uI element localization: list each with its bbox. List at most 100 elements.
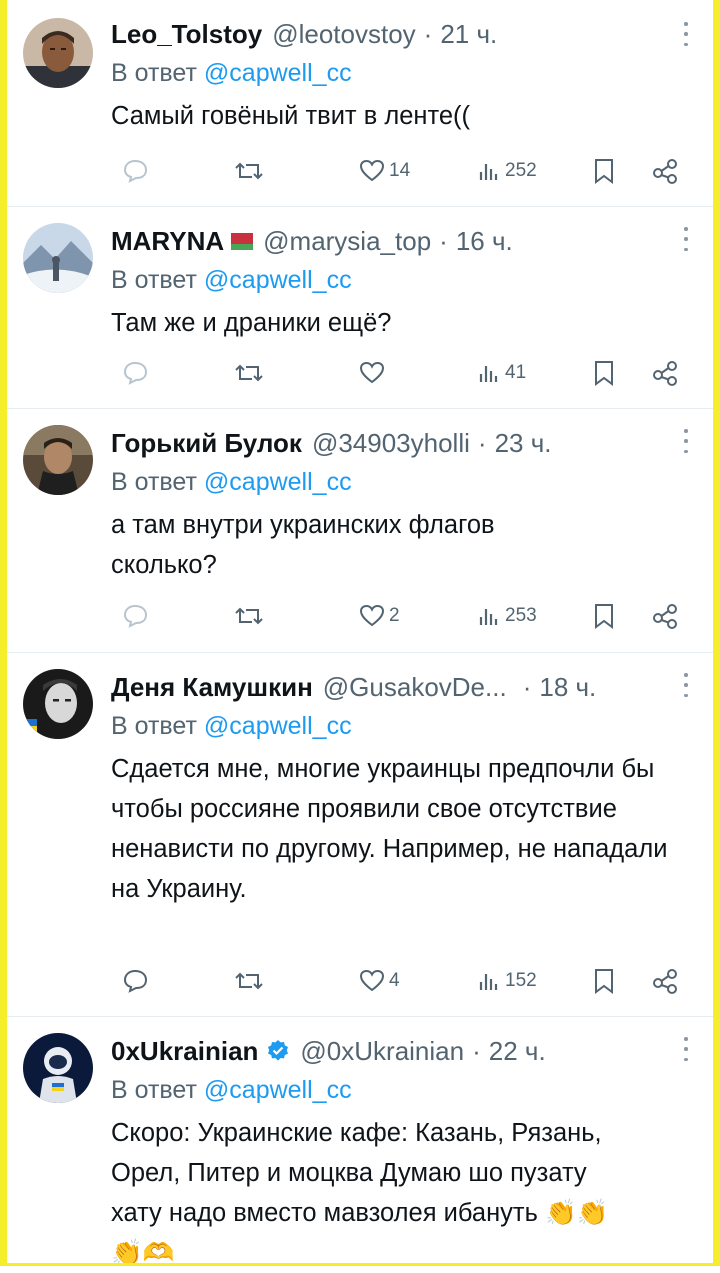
user-handle[interactable]: @34903yholli xyxy=(312,428,470,459)
share-button[interactable] xyxy=(651,353,679,393)
reply-context: В ответ @capwell_cc xyxy=(111,463,673,501)
mention-link[interactable]: @capwell_cc xyxy=(204,266,352,294)
bookmark-button[interactable] xyxy=(593,353,615,393)
bookmark-icon xyxy=(595,969,613,994)
share-button[interactable] xyxy=(651,596,679,636)
like-button[interactable]: 2 xyxy=(359,596,400,636)
retweet-button[interactable] xyxy=(234,353,264,393)
display-name[interactable]: Leo_Tolstoy xyxy=(111,19,262,50)
reply-prefix: В ответ xyxy=(111,468,197,496)
timestamp[interactable]: 22 ч. xyxy=(489,1036,546,1067)
views-button[interactable]: 41 xyxy=(477,353,526,393)
views-chart-icon xyxy=(479,974,498,990)
timestamp[interactable]: 21 ч. xyxy=(440,19,497,50)
more-options-icon[interactable] xyxy=(683,1037,689,1061)
retweet-icon xyxy=(235,364,263,382)
like-button[interactable]: 14 xyxy=(359,151,410,191)
reply-button[interactable] xyxy=(121,596,149,636)
reply-button[interactable] xyxy=(121,353,149,393)
retweet-button[interactable] xyxy=(234,151,264,191)
bookmark-button[interactable] xyxy=(593,151,615,191)
tweet-text: Сдается мне, многие украинцы предпочли б… xyxy=(111,755,668,903)
tweet[interactable]: Горький Булок @34903yholli · 23 ч. В отв… xyxy=(7,409,713,653)
avatar[interactable] xyxy=(23,669,93,739)
display-name[interactable]: Горький Булок xyxy=(111,428,302,459)
tweet-text: а там внутри украинских флагов сколько? xyxy=(111,511,495,579)
reply-icon xyxy=(123,969,148,993)
avatar[interactable] xyxy=(23,425,93,495)
separator-dot: · xyxy=(477,427,487,458)
display-name[interactable]: Деня Камушкин xyxy=(111,672,313,703)
like-button[interactable]: 4 xyxy=(359,961,400,1001)
reply-context: В ответ @capwell_cc xyxy=(111,1071,673,1109)
like-count: 2 xyxy=(389,605,400,626)
avatar[interactable] xyxy=(23,1033,93,1103)
display-name[interactable]: MARYNA xyxy=(111,226,224,257)
user-handle[interactable]: @marysia_top xyxy=(263,226,431,257)
user-handle[interactable]: @GusakovDe... xyxy=(323,672,507,703)
display-name[interactable]: 0xUkrainian xyxy=(111,1036,258,1067)
share-icon xyxy=(653,969,677,994)
reply-icon xyxy=(123,159,148,183)
retweet-button[interactable] xyxy=(234,596,264,636)
tweet-header: Горький Булок @34903yholli · 23 ч. xyxy=(111,423,673,463)
views-count: 152 xyxy=(505,970,537,991)
user-handle[interactable]: @0xUkrainian xyxy=(300,1036,464,1067)
bookmark-button[interactable] xyxy=(593,961,615,1001)
action-bar: 14 252 xyxy=(7,151,713,191)
tweet-text: Самый говёный твит в ленте(( xyxy=(111,102,471,130)
reply-prefix: В ответ xyxy=(111,1076,197,1104)
share-button[interactable] xyxy=(651,961,679,1001)
like-count: 14 xyxy=(389,160,411,181)
astronaut-avatar xyxy=(23,1033,93,1103)
bookmark-button[interactable] xyxy=(593,596,615,636)
tweet-header: Деня Камушкин @GusakovDe... · 18 ч. xyxy=(111,667,673,707)
bw-portrait-avatar xyxy=(23,669,93,739)
views-chart-icon xyxy=(479,609,498,625)
avatar[interactable] xyxy=(23,18,93,88)
tweet[interactable]: Деня Камушкин @GusakovDe... · 18 ч. В от… xyxy=(7,653,713,1017)
avatar[interactable] xyxy=(23,223,93,293)
reply-icon xyxy=(123,361,148,385)
more-options-icon[interactable] xyxy=(683,429,689,453)
verified-badge-icon xyxy=(268,1040,289,1061)
more-options-icon[interactable] xyxy=(683,22,689,46)
timestamp[interactable]: 18 ч. xyxy=(539,672,596,703)
user-handle[interactable]: @leotovstoy xyxy=(272,19,415,50)
share-icon xyxy=(653,361,677,386)
views-button[interactable]: 253 xyxy=(477,596,537,636)
retweet-button[interactable] xyxy=(234,961,264,1001)
mention-link[interactable]: @capwell_cc xyxy=(204,1076,352,1104)
retweet-icon xyxy=(235,972,263,990)
share-button[interactable] xyxy=(651,151,679,191)
reply-feed: Leo_Tolstoy @leotovstoy · 21 ч. В ответ … xyxy=(7,0,713,1270)
reply-prefix: В ответ xyxy=(111,712,197,740)
tweet[interactable]: Leo_Tolstoy @leotovstoy · 21 ч. В ответ … xyxy=(7,0,713,207)
more-options-icon[interactable] xyxy=(683,673,689,697)
views-count: 41 xyxy=(505,362,527,383)
reply-button[interactable] xyxy=(121,961,149,1001)
reply-button[interactable] xyxy=(121,151,149,191)
views-button[interactable]: 152 xyxy=(477,961,537,1001)
separator-dot: · xyxy=(472,1035,481,1066)
share-icon xyxy=(653,604,677,629)
reply-context: В ответ @capwell_cc xyxy=(111,54,673,92)
tweet-header: 0xUkrainian @0xUkrainian · 22 ч. xyxy=(111,1031,673,1071)
reply-context: В ответ @capwell_cc xyxy=(111,261,673,299)
share-icon xyxy=(653,159,677,184)
more-options-icon[interactable] xyxy=(683,227,689,251)
belarus-flag-icon xyxy=(227,232,254,250)
tweet[interactable]: MARYNA @marysia_top · 16 ч. В ответ @cap… xyxy=(7,207,713,409)
like-button[interactable] xyxy=(359,353,389,393)
bookmark-icon xyxy=(595,604,613,629)
timestamp[interactable]: 23 ч. xyxy=(495,428,552,459)
mention-link[interactable]: @capwell_cc xyxy=(204,59,352,87)
man-portrait-avatar xyxy=(23,18,93,88)
mention-link[interactable]: @capwell_cc xyxy=(204,468,352,496)
action-bar: 4 152 xyxy=(7,961,713,1001)
mention-link[interactable]: @capwell_cc xyxy=(204,712,352,740)
tweet[interactable]: 0xUkrainian @0xUkrainian · 22 ч. В ответ… xyxy=(7,1017,713,1270)
views-button[interactable]: 252 xyxy=(477,151,537,191)
separator-dot: · xyxy=(522,671,532,702)
timestamp[interactable]: 16 ч. xyxy=(456,226,513,257)
